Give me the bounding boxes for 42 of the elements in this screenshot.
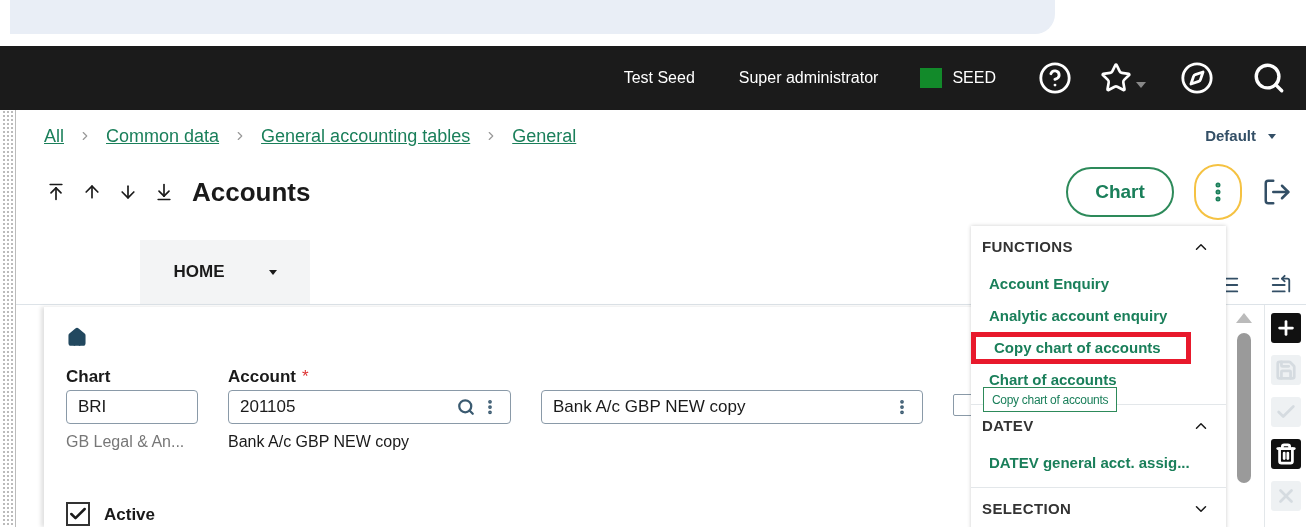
menu-section-title: SELECTION	[982, 498, 1072, 519]
menu-item[interactable]: Analytic account enquiry	[971, 300, 1226, 332]
site-label[interactable]: SEED	[952, 66, 996, 90]
page-title: Accounts	[192, 175, 311, 209]
search-icon[interactable]	[1252, 61, 1286, 95]
breadcrumb-link[interactable]: General	[512, 122, 577, 150]
input-field[interactable]: BRI	[66, 389, 198, 424]
field-label: Account	[228, 365, 296, 388]
field-description: GB Legal & An...	[66, 431, 186, 452]
compass-icon[interactable]	[1180, 61, 1214, 95]
menu-item[interactable]: Account Enquiry	[971, 268, 1226, 300]
last-record-icon[interactable]	[154, 182, 174, 202]
home-icon[interactable]	[66, 327, 88, 348]
checkbox-label: Active	[104, 503, 156, 526]
exit-icon[interactable]	[1262, 177, 1292, 207]
view-selector[interactable]: Default	[1205, 124, 1256, 148]
breadcrumb-link[interactable]: All	[44, 122, 64, 150]
help-icon[interactable]	[1038, 61, 1072, 95]
tab[interactable]: HOME	[140, 240, 310, 304]
search-icon[interactable]	[457, 397, 475, 416]
checkbox[interactable]	[66, 502, 90, 527]
breadcrumb-link[interactable]: Common data	[106, 122, 220, 150]
favorites-icon[interactable]	[1100, 62, 1132, 94]
tooltip: Copy chart of accounts	[983, 387, 1118, 412]
breadcrumb-link[interactable]: General accounting tables	[261, 122, 471, 150]
menu-item[interactable]: DATEV general acct. assig...	[971, 447, 1226, 479]
user-role[interactable]: Super administrator	[738, 66, 879, 90]
menu-section-title: FUNCTIONS	[982, 236, 1073, 257]
user-name[interactable]: Test Seed	[623, 66, 695, 90]
menu-item[interactable]: Copy chart of accounts	[971, 332, 1191, 364]
field-label: Chart	[66, 365, 111, 388]
required-marker: *	[302, 365, 309, 388]
field-description: Bank A/c GBP NEW copy	[228, 431, 411, 452]
scrollbar-thumb[interactable]	[1237, 333, 1251, 483]
input-field[interactable]: Bank A/c GBP NEW copy	[541, 389, 923, 424]
resize-handle[interactable]	[2, 110, 16, 527]
chart-button[interactable]: Chart	[1066, 167, 1174, 217]
menu-section-title: DATEV	[982, 415, 1034, 436]
caret-icon[interactable]	[268, 269, 277, 275]
input-field[interactable]: 201105	[228, 389, 511, 424]
first-record-icon[interactable]	[46, 182, 66, 202]
caret-icon[interactable]	[1268, 133, 1276, 139]
